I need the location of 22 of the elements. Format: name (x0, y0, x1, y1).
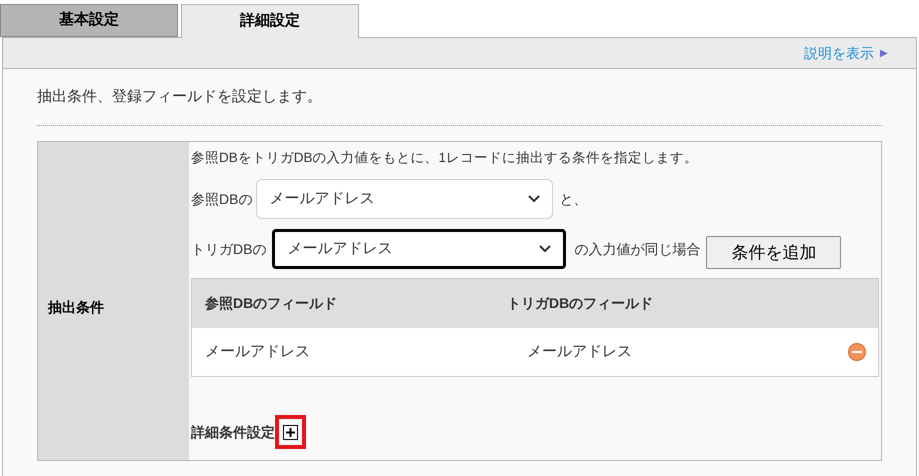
dropdown-field[interactable]: メールアドレス (256, 179, 554, 220)
add-condition-button[interactable]: 条件を追加 (706, 236, 842, 269)
description-text: 抽出条件、登録フィールドを設定します。 (37, 87, 323, 106)
intro-text: 参照DBをトリガDBの入力値をもとに、1レコードに抽出する条件を指定します。 (191, 149, 700, 167)
remove-icon[interactable] (848, 343, 866, 362)
row-label: の入力値が同じ場合 (574, 240, 700, 259)
chevron-down-icon (528, 195, 540, 204)
table-cell-text: メールアドレス (527, 342, 632, 362)
show-help-link[interactable]: 説明を表示 ▶ (804, 42, 888, 64)
column-header: トリガDBのフィールド (507, 294, 654, 314)
column-header: 参照DBのフィールド (204, 294, 338, 314)
row-label: と、 (559, 190, 588, 209)
section-label-cell: 抽出条件 (38, 142, 189, 460)
tab[interactable]: 基本設定 (0, 4, 178, 37)
detail-settings-label: 詳細条件設定 (191, 422, 275, 442)
table-cell-text: メールアドレス (204, 342, 311, 362)
chevron-down-icon (539, 245, 552, 254)
row-label: トリガDBの (191, 240, 266, 259)
expand-icon[interactable] (283, 424, 298, 440)
dropdown-field[interactable]: メールアドレス (272, 229, 566, 270)
tab[interactable]: 詳細設定 (181, 4, 359, 38)
row-label: 参照DBの (191, 190, 252, 209)
